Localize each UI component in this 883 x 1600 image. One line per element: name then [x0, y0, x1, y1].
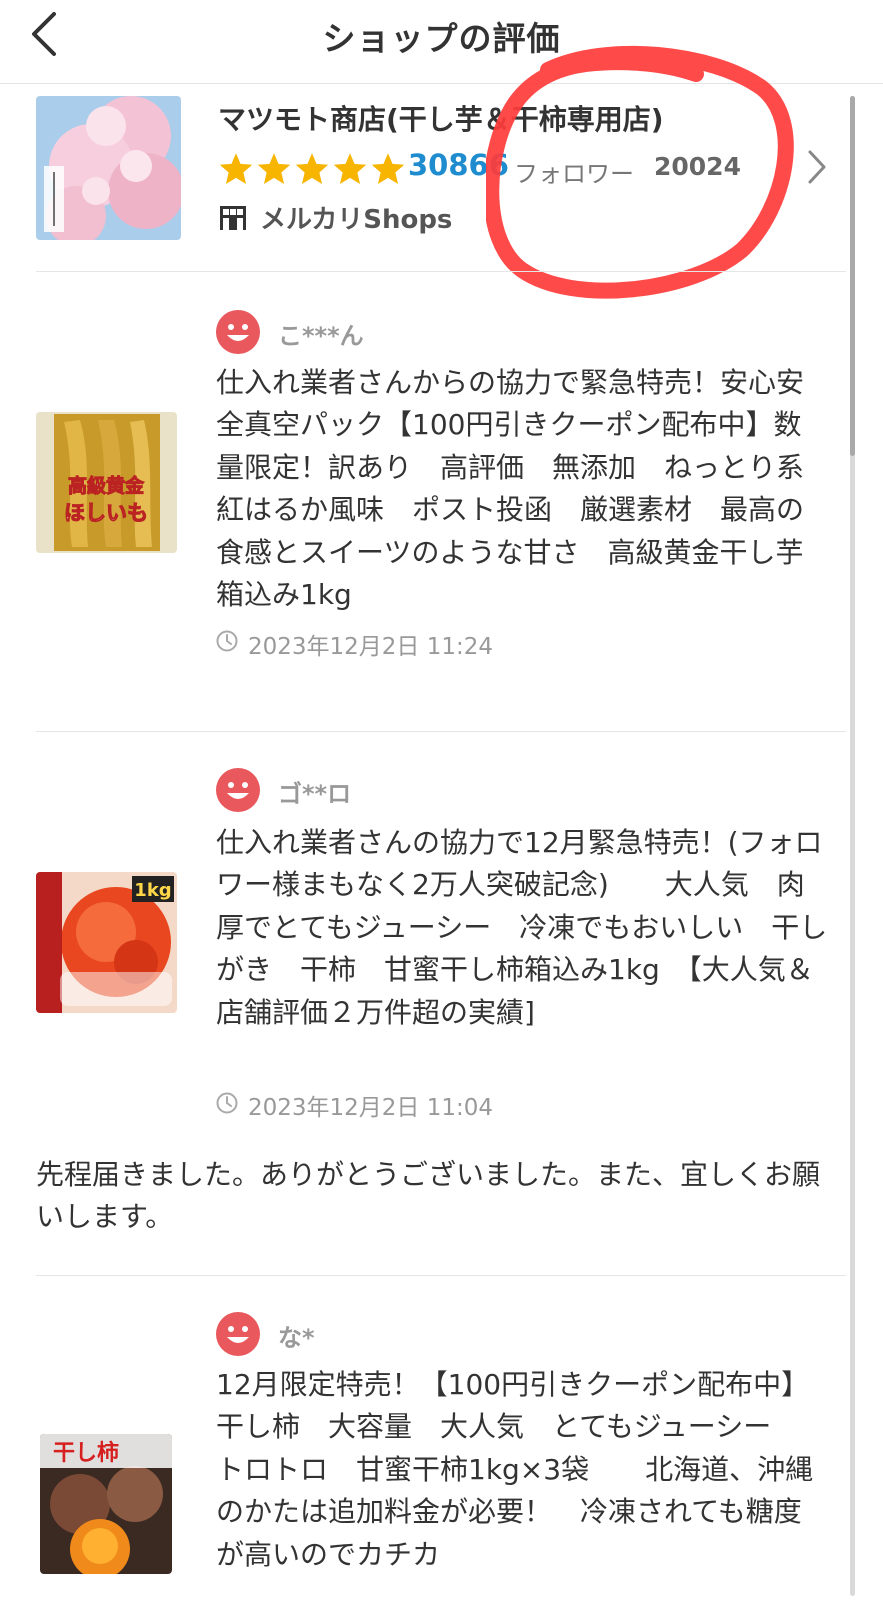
clock-icon [216, 1092, 238, 1114]
app-header: ショップの評価 [0, 0, 883, 84]
divider [36, 1275, 846, 1276]
star-icon [257, 153, 291, 184]
smiley-icon [216, 310, 260, 354]
shop-name: マツモト商店(干し芋＆干柿専用店) [218, 103, 664, 136]
scrollbar-thumb[interactable] [850, 96, 855, 456]
shop-icon [220, 206, 246, 230]
chevron-right-icon[interactable] [806, 148, 828, 186]
shop-rating-stars [218, 151, 406, 187]
reviewer-name: な* [278, 1324, 315, 1352]
rating-count[interactable]: 30866 [408, 148, 509, 182]
smiley-icon [216, 768, 260, 812]
page-title: ショップの評価 [322, 19, 561, 58]
svg-text:ほしいも: ほしいも [64, 501, 148, 525]
divider [36, 271, 846, 272]
item-title[interactable]: 仕入れ業者さんの協力で12月緊急特売！(フォロワー様まもなく2万人突破記念) 大… [216, 822, 828, 1034]
reviewer-name: ゴ**ロ [278, 780, 352, 808]
item-title[interactable]: 12月限定特売！【100円引きクーポン配布中】 干し柿 大容量 大人気 とてもジ… [216, 1364, 828, 1576]
star-icon [219, 153, 253, 184]
star-icon [333, 153, 367, 184]
reviewer-name: こ***ん [278, 322, 364, 350]
smiley-icon [216, 1312, 260, 1356]
star-icon [371, 153, 405, 184]
shop-summary[interactable]: マツモト商店(干し芋＆干柿専用店) 30866 フォロワー 20024 メルカリ… [36, 96, 846, 240]
star-icon [295, 153, 329, 184]
review-date: 2023年12月2日 11:24 [248, 634, 494, 660]
divider [36, 731, 846, 732]
svg-text:高級黄金: 高級黄金 [68, 474, 145, 497]
svg-text:1kg: 1kg [134, 880, 171, 901]
clock-icon [216, 630, 238, 652]
item-thumbnail[interactable]: 高級黄金 ほしいも [36, 412, 177, 553]
item-thumbnail[interactable]: 干し柿 [40, 1434, 172, 1574]
review-date: 2023年12月2日 11:04 [248, 1095, 494, 1121]
scrollbar[interactable] [850, 96, 855, 1596]
follower-count: 20024 [654, 152, 741, 181]
shop-thumbnail [36, 96, 181, 240]
mercari-shops-badge: メルカリShops [260, 205, 453, 235]
follower-label: フォロワー [514, 160, 634, 188]
item-title[interactable]: 仕入れ業者さんからの協力で緊急特売！安心安全真空パック【100円引きクーポン配布… [216, 362, 832, 616]
item-thumbnail[interactable]: 1kg [36, 872, 177, 1013]
review-comment: 先程届きました。ありがとうございました。また、宜しくお願いします。 [36, 1158, 821, 1233]
svg-text:干し柿: 干し柿 [53, 1440, 119, 1466]
